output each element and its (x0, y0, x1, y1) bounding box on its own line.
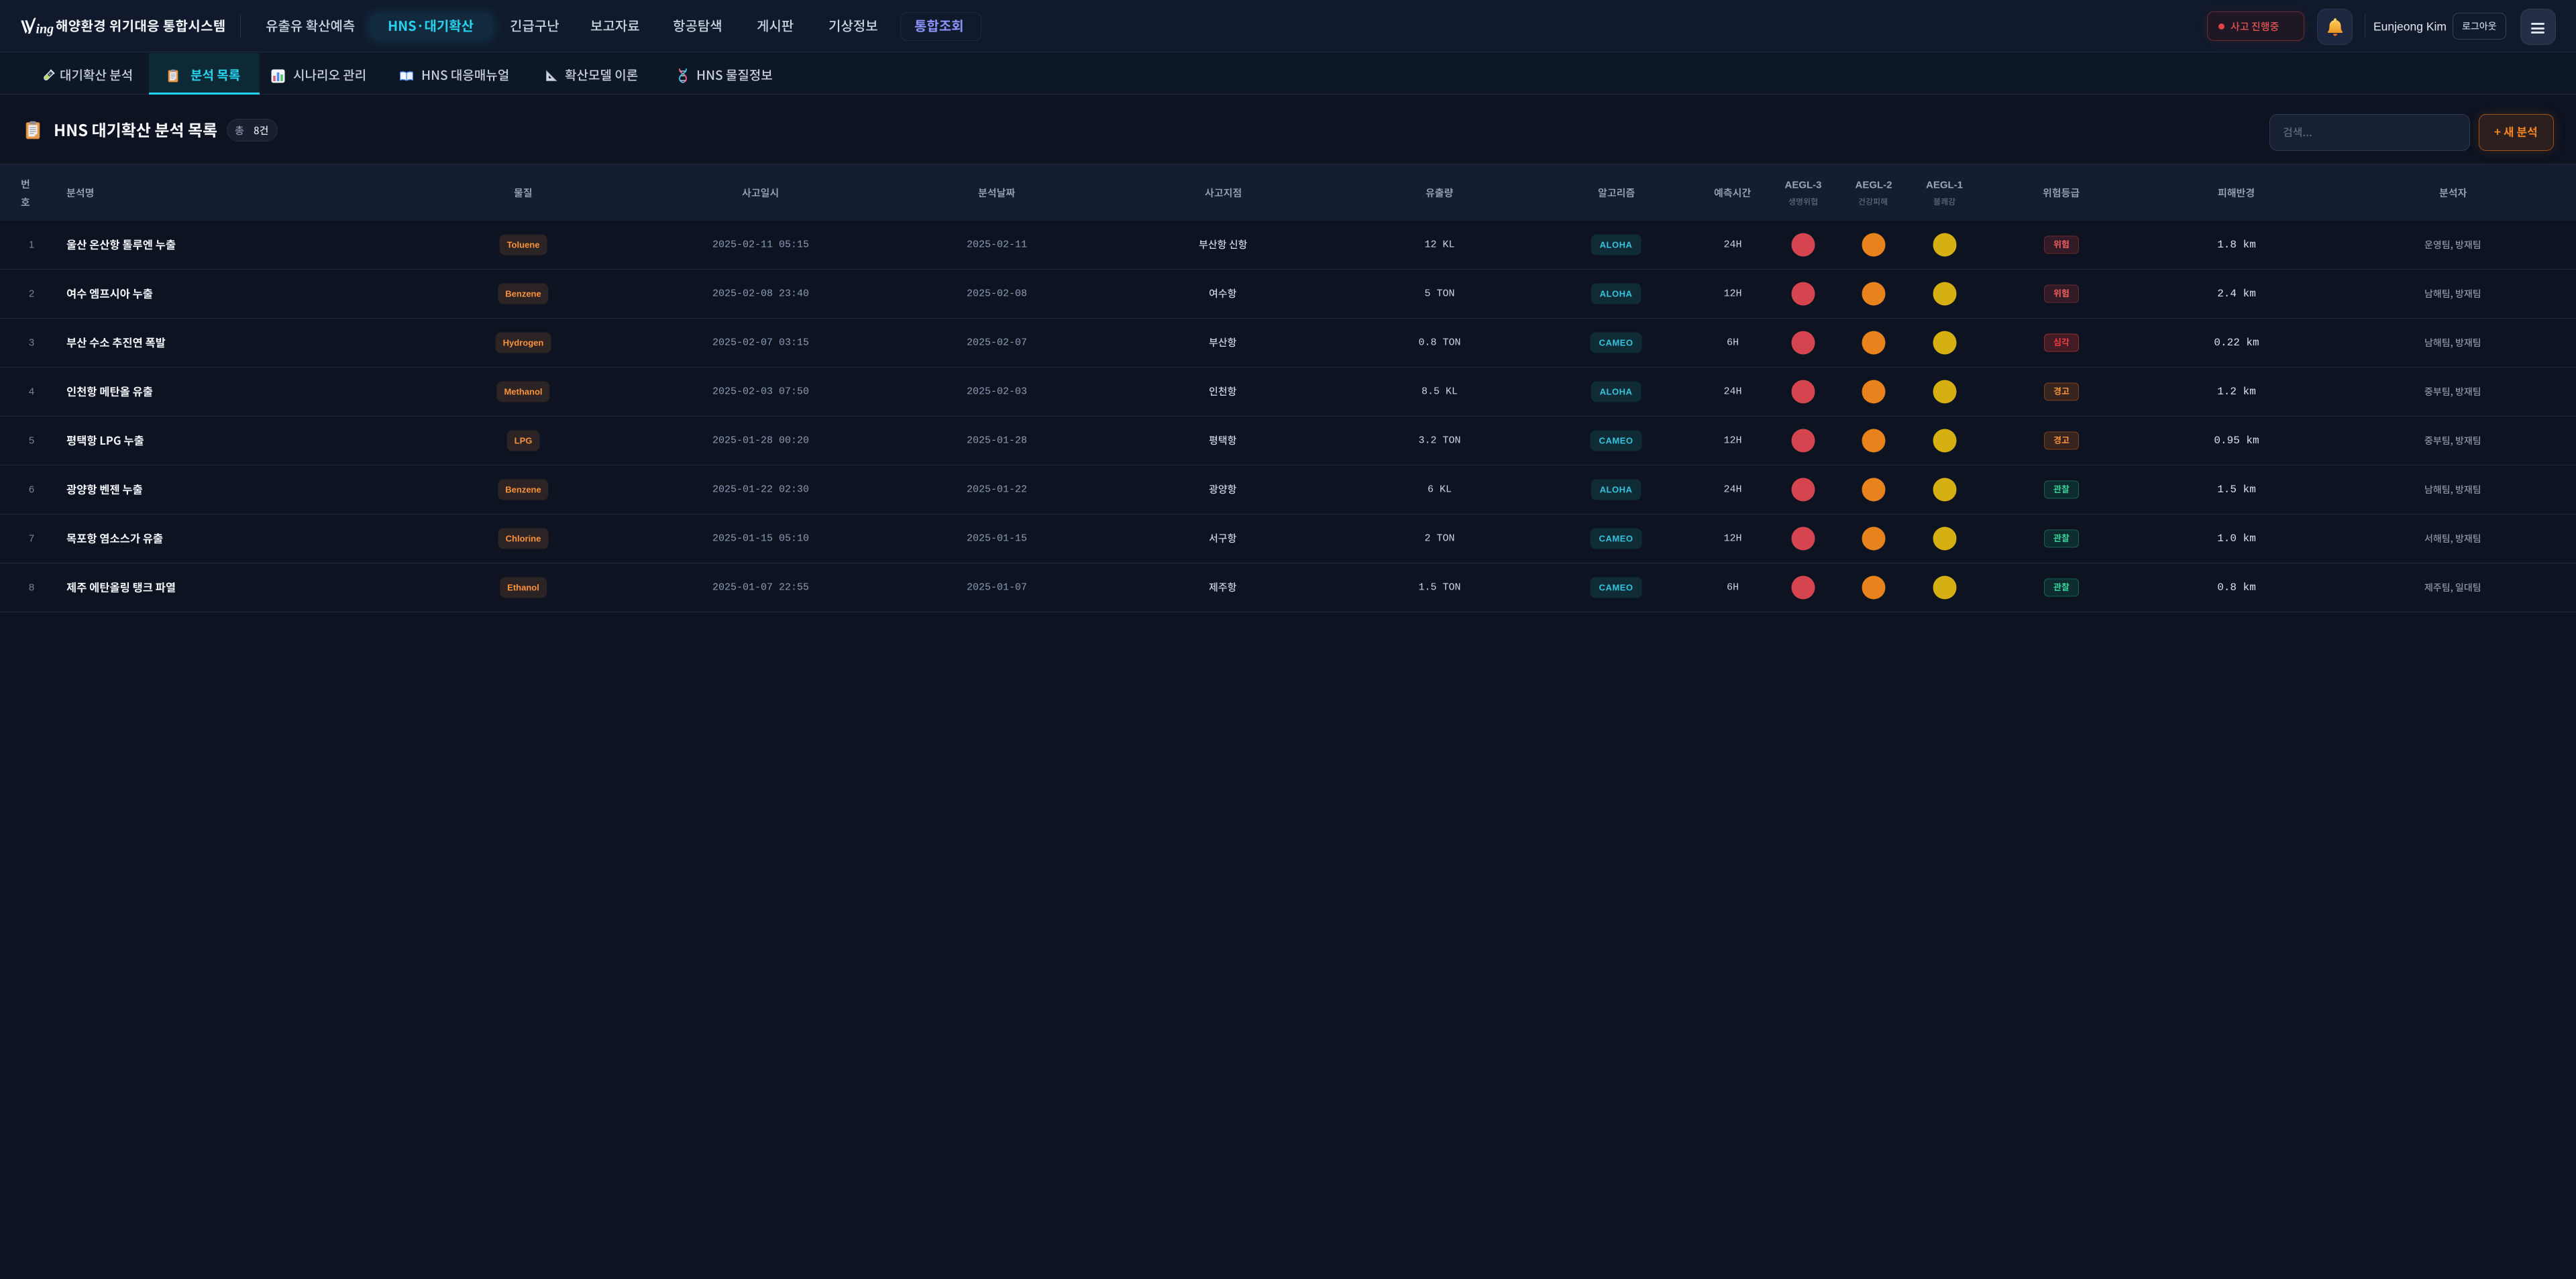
svg-text:ing: ing (36, 22, 54, 37)
